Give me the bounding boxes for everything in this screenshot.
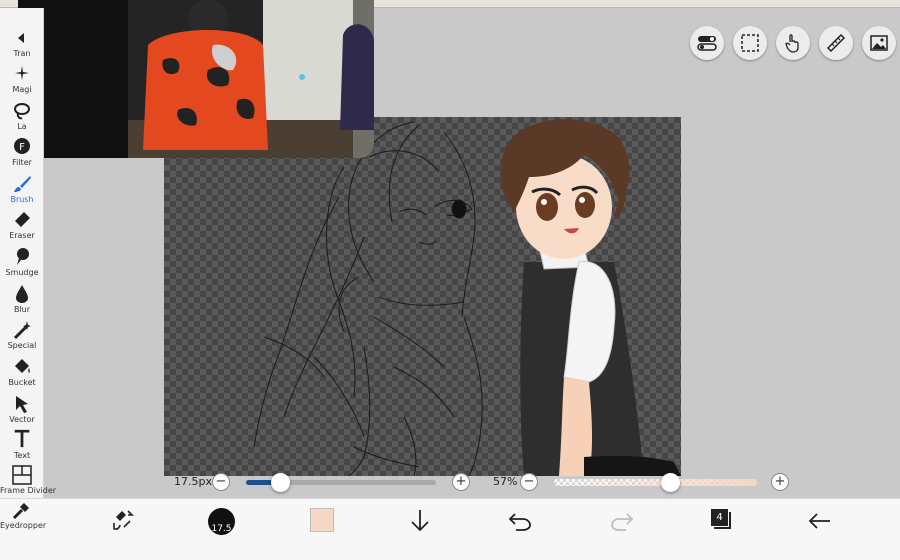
tool-label: Filter [12,158,32,167]
layers-button[interactable]: 4 [711,509,731,529]
layer-count-badge: 4 [711,509,728,526]
touch-button[interactable] [776,26,810,60]
tool-label: Blur [13,305,31,314]
slider-row: 17.5px − + 57% − + [0,470,900,496]
download-button[interactable] [406,507,438,535]
lasso-icon [14,103,30,120]
tool-label: Eyedropper [0,521,47,530]
colored-character [500,119,681,476]
swap-color-button[interactable] [108,507,140,535]
bottom-bar: 17.5 4 [0,498,900,560]
magic-wand-icon [15,66,29,80]
ruler-icon [826,33,846,53]
left-toolbar: Tran Magi La F Filter Brush Eraser Smudg… [0,8,56,498]
color-swatch[interactable] [310,508,334,532]
tool-text[interactable]: Text [0,428,44,464]
drawing-canvas[interactable] [164,117,681,476]
toggle-button[interactable] [690,26,724,60]
tool-smudge[interactable]: Smudge [0,247,44,283]
opacity-track[interactable] [554,479,757,486]
tool-magic-wand[interactable]: Magi [0,64,44,100]
brush-size-label: 17.5px [174,475,212,488]
touch-icon [785,34,799,53]
text-icon [14,429,30,448]
brush-icon [14,176,31,192]
tool-label: Smudge [5,268,39,277]
undo-button[interactable] [506,507,538,535]
opacity-plus-button[interactable]: + [771,473,789,491]
tool-label: La [17,122,27,131]
tool-label: Special [7,341,37,350]
tool-blur[interactable]: Blur [0,284,44,320]
filter-icon: F [14,138,30,154]
canvas-artwork [253,119,681,476]
brush-size-knob[interactable] [271,473,291,492]
tool-eyedropper[interactable]: Eyedropper [0,500,47,536]
tool-filter[interactable]: F Filter [0,137,44,173]
swap-color-icon [113,510,134,530]
blur-icon [16,285,28,303]
back-button[interactable] [806,507,838,535]
vector-icon [16,396,28,413]
toggle-icon [697,36,717,51]
bucket-icon [15,359,30,373]
tool-lasso[interactable]: La [0,101,44,137]
selection-button[interactable] [733,26,767,60]
redo-button[interactable] [608,507,640,535]
tool-label: Magi [12,85,32,94]
opacity-label: 57% [493,475,518,488]
tool-label: Text [13,451,31,460]
brush-size-button[interactable]: 17.5 [208,508,235,535]
material-button[interactable] [862,26,896,60]
transform-icon [18,33,24,43]
tool-label: Bucket [8,378,36,387]
sketch-lines [253,121,483,476]
tool-label: Vector [9,415,35,424]
brush-size-plus-button[interactable]: + [452,473,470,491]
material-icon [870,35,888,51]
download-icon [411,510,429,532]
tool-special[interactable]: Special [0,320,44,356]
tool-vector[interactable]: Vector [0,394,44,430]
tool-bucket[interactable]: Bucket [0,357,44,393]
video-frame [18,0,374,158]
brush-size-value: 17.5 [211,524,232,534]
ruler-button[interactable] [819,26,853,60]
undo-icon [508,513,531,531]
tool-transform[interactable]: Tran [0,28,44,64]
brush-size-minus-button[interactable]: − [212,473,230,491]
eraser-icon [15,212,30,227]
tool-brush[interactable]: Brush [0,174,44,210]
tool-eraser[interactable]: Eraser [0,210,44,246]
video-overlay[interactable] [18,0,374,158]
opacity-knob[interactable] [660,473,680,492]
eyedropper-icon [12,503,29,520]
redo-icon [611,513,634,531]
selection-icon [741,34,759,52]
tool-label: Tran [13,49,31,58]
special-icon [13,321,31,340]
svg-text:F: F [19,142,25,153]
opacity-minus-button[interactable]: − [520,473,538,491]
back-icon [808,513,830,529]
tool-label: Brush [10,195,34,204]
smudge-icon [17,248,29,265]
tool-label: Eraser [9,231,35,240]
